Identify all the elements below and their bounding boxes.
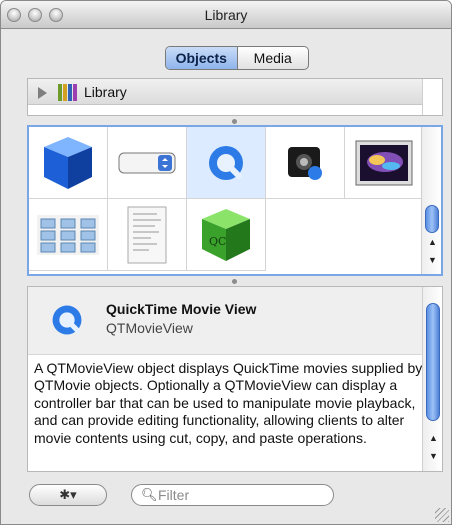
split-handle-icon[interactable] [232,279,237,284]
grid-item[interactable] [345,127,423,199]
action-menu-button[interactable]: ✱▾ [29,484,107,506]
webcam-view-icon [288,146,322,180]
svg-text:QC: QC [209,235,226,248]
grid-item[interactable] [108,199,187,271]
image-browser-icon [37,214,99,255]
grid-item[interactable] [29,199,108,271]
objects-grid-scrollbar[interactable]: ▲ ▼ [421,127,441,274]
grid-item[interactable]: QC [187,199,266,271]
grid-scroll-thumb[interactable] [425,205,439,233]
detail-scroll-thumb[interactable] [426,303,440,421]
scroll-down-arrow-icon[interactable]: ▼ [428,255,437,265]
object-description: A QTMovieView object displays QuickTime … [34,360,423,446]
grid-item[interactable] [29,127,108,199]
objects-grid: QC ▲ ▼ [27,125,443,276]
grid-item-selected[interactable] [187,127,266,199]
disclosure-triangle-icon[interactable] [38,87,47,99]
library-outline: Library [27,78,443,116]
pdf-view-icon [127,206,167,263]
split-handle-icon[interactable] [232,119,237,124]
resize-grip-icon[interactable] [435,508,449,522]
library-window: Library Objects Media Library QC ▲ ▼ Qui… [0,0,452,525]
gear-icon: ✱▾ [59,487,77,502]
scroll-up-arrow-icon[interactable]: ▲ [429,433,438,443]
media-tab[interactable]: Media [238,47,309,69]
popup-button-icon [118,152,176,173]
scroll-down-arrow-icon[interactable]: ▼ [429,451,438,461]
window-title: Library [204,7,248,23]
grid-item[interactable] [108,127,187,199]
filter-search-field[interactable]: 🔍︎ [131,484,334,506]
outline-scrollbar[interactable] [422,79,442,115]
detail-scrollbar[interactable]: ▲ ▼ [422,287,442,471]
object-name: QuickTime Movie View [106,301,257,317]
library-label: Library [84,84,127,100]
library-row[interactable]: Library [28,79,422,105]
image-view-icon [355,140,413,185]
quicktime-view-icon [52,305,82,335]
title-bar: Library [1,1,451,29]
quicktime-view-icon [209,145,243,180]
detail-pane: QuickTime Movie View QTMovieView A QTMov… [27,286,443,472]
objects-tab[interactable]: Objects [166,47,238,69]
objects-media-segmented-control: Objects Media [165,46,309,70]
library-books-icon [58,84,78,101]
scroll-up-arrow-icon[interactable]: ▲ [428,237,437,247]
detail-header: QuickTime Movie View QTMovieView [28,287,422,355]
filter-input[interactable] [156,486,326,504]
object-class-name: QTMovieView [106,320,193,336]
quartz-composer-cube-icon: QC [202,208,250,261]
grid-empty-area [266,199,423,271]
grid-item[interactable] [266,127,345,199]
blue-cube-icon [44,136,92,189]
